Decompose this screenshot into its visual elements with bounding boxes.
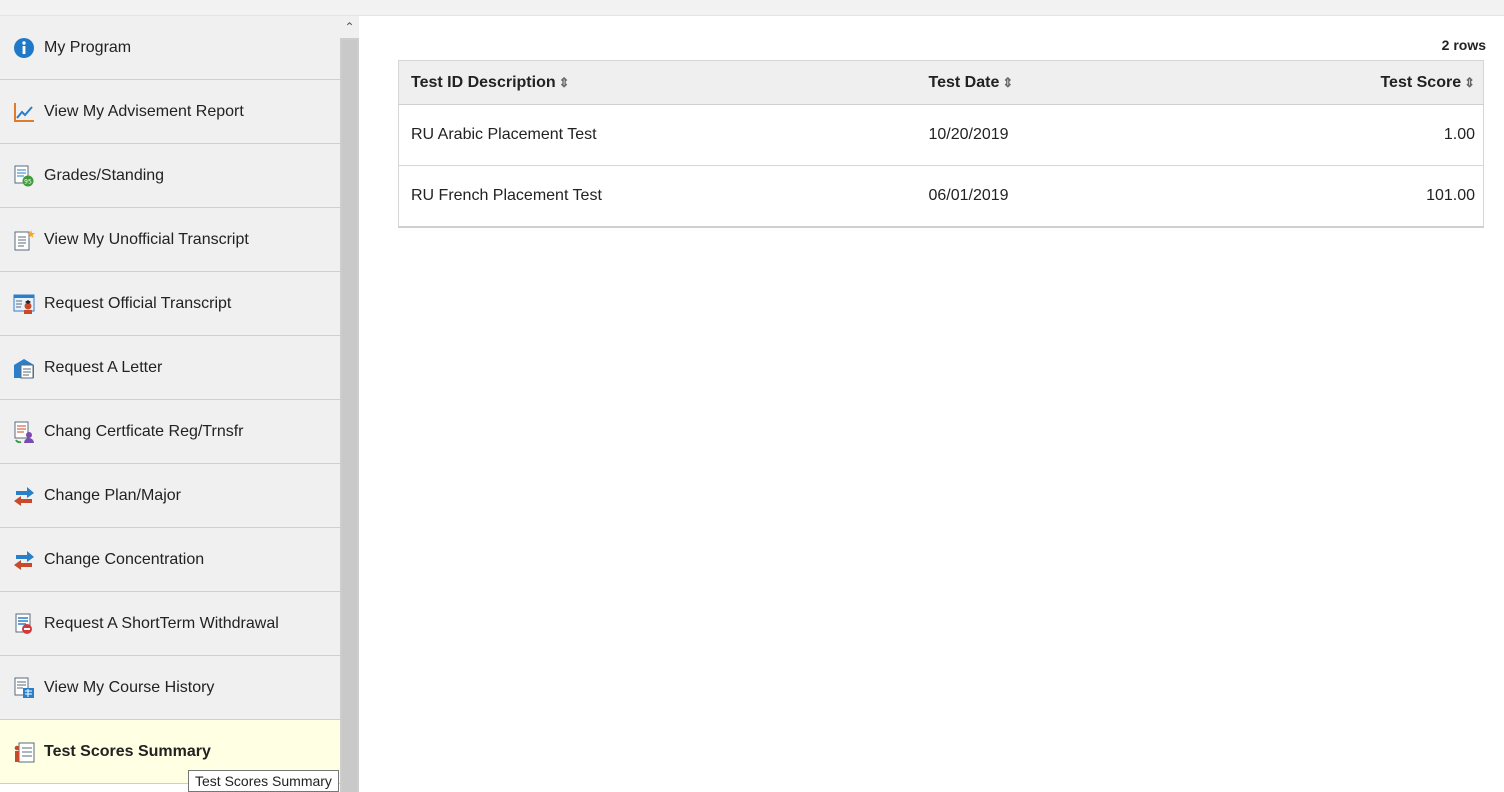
sidebar-item-change-plan-major[interactable]: Change Plan/Major <box>0 464 340 528</box>
sidebar-item-label: Grades/Standing <box>44 166 165 184</box>
sidebar: My Program View My Advisement Report 95 … <box>0 16 362 792</box>
chart-icon <box>13 101 35 123</box>
letter-icon <box>13 357 35 379</box>
scrollbar-thumb[interactable] <box>342 40 357 792</box>
top-bar <box>0 0 1504 16</box>
test-date-cell: 10/20/2019 <box>916 104 1281 166</box>
sidebar-scrollbar[interactable]: ⌃ <box>340 16 359 792</box>
sort-icon[interactable]: ⇕ <box>1002 75 1013 90</box>
sidebar-item-label: My Program <box>44 38 132 56</box>
sidebar-item-my-program[interactable]: My Program <box>0 16 340 80</box>
row-count: 2 rows <box>1441 37 1486 53</box>
column-header-test-id-description[interactable]: Test ID Description ⇕ <box>398 60 917 105</box>
table-row: RU French Placement Test 06/01/2019 101.… <box>398 165 1484 228</box>
column-header-label: Test Score <box>1380 73 1462 91</box>
test-scores-table: Test ID Description ⇕ Test Date ⇕ Test Sco… <box>398 60 1484 228</box>
sidebar-item-shortterm-withdrawal[interactable]: Request A ShortTerm Withdrawal <box>0 592 340 656</box>
sidebar-item-change-concentration[interactable]: Change Concentration <box>0 528 340 592</box>
certificate-icon <box>13 421 35 443</box>
test-description-cell: RU French Placement Test <box>398 165 917 228</box>
main-content: 2 rows Test ID Description ⇕ Test Date ⇕ T… <box>362 16 1504 792</box>
svg-text:95: 95 <box>24 178 32 185</box>
column-header-label: Test Date <box>928 73 1000 91</box>
column-header-label: Test ID Description <box>411 73 556 91</box>
table-header-row: Test ID Description ⇕ Test Date ⇕ Test Sco… <box>398 60 1484 105</box>
sidebar-item-label: Test Scores Summary <box>44 742 211 760</box>
tooltip: Test Scores Summary <box>188 770 339 792</box>
column-header-test-score[interactable]: Test Score ⇕ <box>1280 60 1484 105</box>
sidebar-item-request-letter[interactable]: Request A Letter <box>0 336 340 400</box>
nav-list: My Program View My Advisement Report 95 … <box>0 16 340 784</box>
swap-arrows-icon <box>13 549 35 571</box>
info-icon <box>13 37 35 59</box>
sidebar-item-official-transcript[interactable]: Request Official Transcript <box>0 272 340 336</box>
test-score-cell: 101.00 <box>1280 165 1484 228</box>
column-header-test-date[interactable]: Test Date ⇕ <box>916 60 1281 105</box>
sidebar-item-label: View My Unofficial Transcript <box>44 230 249 248</box>
sort-icon[interactable]: ⇕ <box>1464 75 1475 90</box>
test-score-cell: 1.00 <box>1280 104 1484 166</box>
test-scores-icon <box>13 741 35 763</box>
sidebar-item-label: Change Concentration <box>44 550 205 568</box>
sidebar-item-label: View My Advisement Report <box>44 102 244 120</box>
sidebar-item-course-history[interactable]: View My Course History <box>0 656 340 720</box>
sidebar-item-label: Request A ShortTerm Withdrawal <box>44 614 279 632</box>
sidebar-item-label: Change Plan/Major <box>44 486 181 504</box>
test-date-cell: 06/01/2019 <box>916 165 1281 228</box>
grades-icon: 95 <box>13 165 35 187</box>
sidebar-item-unofficial-transcript[interactable]: View My Unofficial Transcript <box>0 208 340 272</box>
sidebar-item-certificate-transfer[interactable]: Chang Certficate Reg/Trnsfr <box>0 400 340 464</box>
transcript-icon <box>13 229 35 251</box>
withdrawal-icon <box>13 613 35 635</box>
sidebar-item-label: Request Official Transcript <box>44 294 232 312</box>
official-transcript-icon <box>13 293 35 315</box>
swap-arrows-icon <box>13 485 35 507</box>
table-row: RU Arabic Placement Test 10/20/2019 1.00 <box>398 104 1484 166</box>
course-history-icon <box>13 677 35 699</box>
sidebar-item-label: View My Course History <box>44 678 215 696</box>
sort-icon[interactable]: ⇕ <box>559 75 570 90</box>
sidebar-item-grades-standing[interactable]: 95 Grades/Standing <box>0 144 340 208</box>
scroll-up-arrow-icon[interactable]: ⌃ <box>340 16 359 38</box>
sidebar-item-label: Chang Certficate Reg/Trnsfr <box>44 422 244 440</box>
sidebar-item-advisement-report[interactable]: View My Advisement Report <box>0 80 340 144</box>
sidebar-item-label: Request A Letter <box>44 358 163 376</box>
test-description-cell: RU Arabic Placement Test <box>398 104 917 166</box>
